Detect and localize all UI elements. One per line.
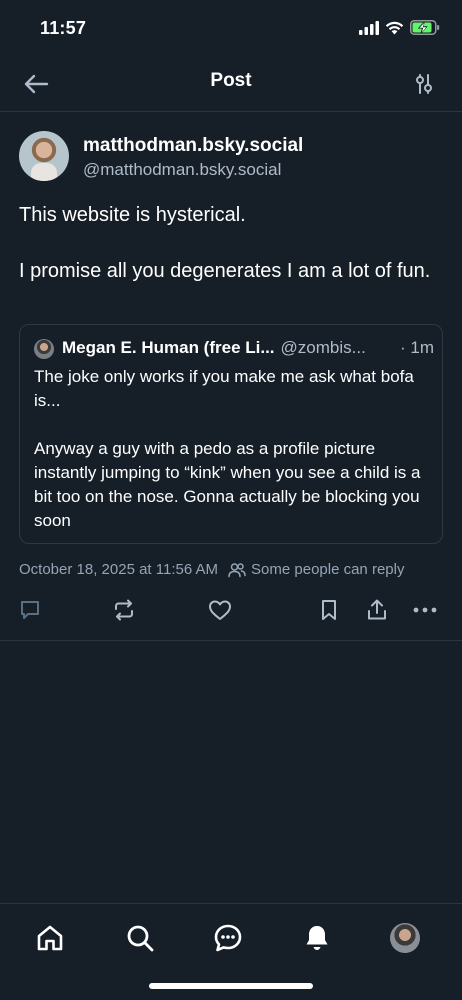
- post: matthodman.bsky.social @matthodman.bsky.…: [0, 113, 462, 641]
- people-icon: [228, 562, 246, 577]
- tab-notifications[interactable]: [297, 918, 337, 958]
- cellular-signal-icon: [359, 20, 379, 35]
- reply-settings[interactable]: Some people can reply: [228, 561, 404, 578]
- quoted-post-time: · 1m: [400, 338, 434, 357]
- repost-button[interactable]: [109, 595, 139, 625]
- wifi-icon: [385, 21, 404, 34]
- ellipsis-icon: [413, 607, 437, 613]
- bookmark-icon: [322, 600, 336, 620]
- more-options-button[interactable]: [410, 595, 440, 625]
- comment-icon: [21, 601, 39, 619]
- status-bar: 11:57: [0, 0, 462, 56]
- quoted-post-header: Megan E. Human (free Li... @zombis... · …: [62, 338, 434, 358]
- tab-chat[interactable]: [208, 918, 248, 958]
- thread-settings-button[interactable]: [408, 68, 440, 100]
- reply-button[interactable]: [15, 595, 45, 625]
- status-icons: [359, 20, 440, 35]
- author-avatar[interactable]: [19, 131, 69, 181]
- tab-profile[interactable]: [385, 918, 425, 958]
- chat-icon: [214, 924, 242, 952]
- quoted-post-text: The joke only works if you make me ask w…: [34, 367, 421, 530]
- quoted-author-handle: @zombis...: [280, 338, 366, 357]
- post-text: This website is hysterical. I promise al…: [19, 204, 431, 282]
- quoted-author-avatar: [34, 339, 54, 359]
- home-icon: [37, 925, 63, 951]
- home-indicator: [149, 983, 313, 989]
- search-icon: [127, 925, 154, 952]
- author-handle[interactable]: @matthodman.bsky.social: [83, 160, 281, 180]
- quoted-post[interactable]: Megan E. Human (free Li... @zombis... · …: [19, 324, 443, 544]
- tab-search[interactable]: [120, 918, 160, 958]
- repost-icon: [115, 599, 133, 621]
- post-timestamp: October 18, 2025 at 11:56 AM: [19, 561, 219, 578]
- share-button[interactable]: [362, 595, 392, 625]
- heart-icon: [209, 600, 231, 620]
- sliders-icon: [416, 74, 432, 94]
- battery-charging-icon: [410, 20, 440, 35]
- share-icon: [368, 599, 386, 620]
- page-title: Post: [210, 70, 252, 91]
- reply-settings-label: Some people can reply: [251, 561, 405, 578]
- avatar: [390, 923, 420, 953]
- post-meta: October 18, 2025 at 11:56 AM Some people…: [19, 561, 404, 578]
- post-actions: [0, 595, 462, 627]
- header: Post: [0, 56, 462, 112]
- author-display-name[interactable]: matthodman.bsky.social: [83, 135, 303, 157]
- bell-icon: [306, 926, 328, 950]
- bookmark-button[interactable]: [314, 595, 344, 625]
- like-button[interactable]: [205, 595, 235, 625]
- tab-home[interactable]: [30, 918, 70, 958]
- quoted-author-name: Megan E. Human (free Li...: [62, 338, 275, 357]
- status-time: 11:57: [40, 18, 87, 38]
